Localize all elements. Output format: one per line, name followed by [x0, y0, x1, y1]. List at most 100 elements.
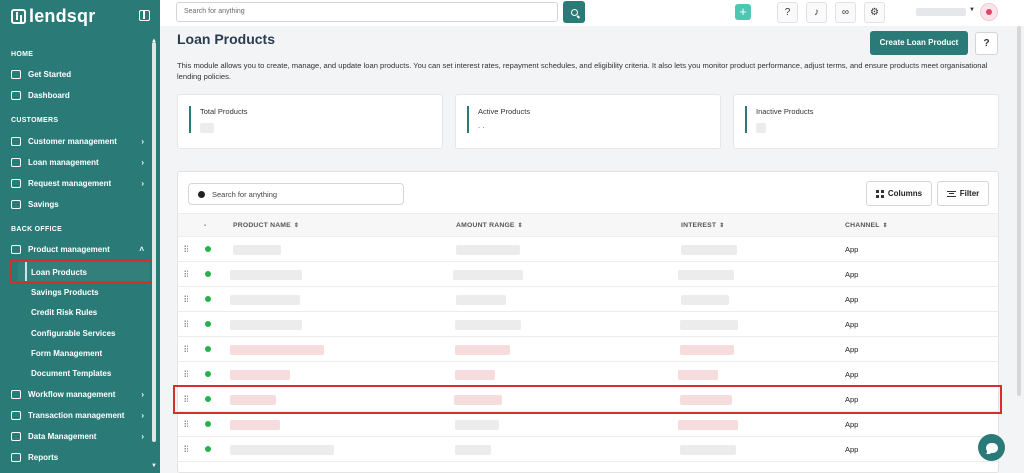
sort-icon: ⇕: [882, 223, 888, 229]
logo-text: lendsqr: [29, 6, 96, 26]
chevron-up-icon: ˄: [139, 244, 144, 254]
sidebar-item-request-management[interactable]: Request management ›: [11, 176, 144, 190]
stat-accent-bar: [467, 106, 469, 133]
product-name-blurred: [230, 270, 302, 280]
table-row[interactable]: App: [178, 437, 998, 462]
page-help-button[interactable]: ?: [975, 32, 998, 55]
table-row[interactable]: App: [178, 412, 998, 437]
drag-handle-icon[interactable]: [184, 295, 188, 302]
chevron-right-icon: ›: [141, 431, 144, 441]
table-search-input[interactable]: Search for anything: [188, 183, 404, 205]
transaction-icon: [11, 410, 21, 420]
sidebar-scrollbar[interactable]: [152, 42, 156, 442]
section-title-back-office: BACK OFFICE: [11, 226, 63, 233]
sidebar-item-customer-management[interactable]: Customer management ›: [11, 134, 144, 148]
sidebar-collapse-icon[interactable]: [139, 10, 150, 21]
create-loan-product-button[interactable]: Create Loan Product: [870, 31, 968, 55]
user-name[interactable]: [916, 8, 966, 16]
interest-blurred: [678, 270, 734, 280]
sidebar-item-data-management[interactable]: Data Management ›: [11, 429, 144, 443]
product-name-blurred: [230, 320, 302, 330]
column-header-status: -: [204, 222, 207, 229]
amount-range-blurred: [456, 295, 506, 305]
sidebar-item-product-management[interactable]: Product management ˄: [11, 242, 144, 256]
drag-handle-icon[interactable]: [184, 345, 188, 352]
main-scrollbar[interactable]: [1017, 26, 1021, 396]
page-title: Loan Products: [177, 31, 276, 47]
sidebar-item-label: Data Management: [28, 431, 97, 441]
interest-blurred: [678, 370, 718, 380]
stat-card-total-products: Total Products: [177, 94, 443, 149]
sidebar-item-savings[interactable]: Savings: [11, 197, 144, 211]
loan-products-table-card: Search for anything Columns Filter - PRO…: [177, 171, 999, 473]
drag-handle-icon[interactable]: [184, 245, 188, 252]
global-search-input[interactable]: Search for anything: [176, 2, 558, 22]
column-header-amount-range[interactable]: AMOUNT RANGE ⇕: [456, 222, 523, 229]
request-icon: [11, 178, 21, 188]
column-header-label: AMOUNT RANGE: [456, 222, 515, 229]
search-icon: [198, 191, 205, 198]
drag-handle-icon[interactable]: [184, 445, 188, 452]
table-row[interactable]: App: [178, 337, 998, 362]
column-header-label: PRODUCT NAME: [233, 222, 291, 229]
status-active-dot: [205, 446, 211, 452]
page-description: This module allows you to create, manage…: [177, 61, 988, 81]
drag-handle-icon[interactable]: [184, 270, 188, 277]
amount-range-blurred: [455, 445, 491, 455]
dashboard-icon: [11, 90, 21, 100]
sidebar-item-get-started[interactable]: Get Started: [11, 67, 144, 81]
sidebar-item-loan-management[interactable]: Loan management ›: [11, 155, 144, 169]
scroll-down-icon[interactable]: ▼: [151, 463, 157, 469]
gear-icon[interactable]: ⚙: [864, 2, 885, 23]
column-header-channel[interactable]: CHANNEL ⇕: [845, 222, 888, 229]
logo[interactable]: lendsqr: [11, 6, 95, 27]
table-row[interactable]: App: [178, 237, 998, 262]
chat-support-button[interactable]: [978, 434, 1005, 461]
rocket-icon: [11, 69, 21, 79]
stat-accent-bar: [745, 106, 747, 133]
status-active-dot: [205, 296, 211, 302]
stat-label: Inactive Products: [756, 107, 814, 116]
global-search-button[interactable]: [563, 1, 585, 23]
channel-cell: App: [845, 345, 859, 354]
sidebar-item-label: Dashboard: [28, 90, 70, 100]
table-row[interactable]: App: [178, 287, 998, 312]
table-row[interactable]: App: [178, 312, 998, 337]
product-name-blurred: [233, 245, 281, 255]
sidebar-subitem-savings-products[interactable]: Savings Products: [31, 288, 99, 297]
sidebar-item-reports[interactable]: Reports: [11, 450, 144, 464]
drag-handle-icon[interactable]: [184, 420, 188, 427]
sidebar-subitem-configurable-services[interactable]: Configurable Services: [31, 329, 115, 338]
interest-blurred: [680, 345, 734, 355]
column-header-interest[interactable]: INTEREST ⇕: [681, 222, 724, 229]
stat-label: Active Products: [478, 107, 531, 116]
product-name-blurred: [230, 420, 280, 430]
table-row[interactable]: App: [178, 262, 998, 287]
sidebar-subitem-document-templates[interactable]: Document Templates: [31, 369, 111, 378]
sidebar-item-dashboard[interactable]: Dashboard: [11, 88, 144, 102]
filter-button[interactable]: Filter: [937, 181, 989, 206]
sidebar-item-workflow-management[interactable]: Workflow management ›: [11, 387, 144, 401]
sidebar-item-transaction-management[interactable]: Transaction management ›: [11, 408, 144, 422]
chevron-down-icon[interactable]: ▼: [969, 7, 975, 13]
product-name-blurred: [230, 295, 300, 305]
column-header-product-name[interactable]: PRODUCT NAME ⇕: [233, 222, 299, 229]
quick-add-button[interactable]: +: [735, 4, 751, 20]
sidebar-item-label: Transaction management: [28, 410, 125, 420]
columns-button[interactable]: Columns: [866, 181, 932, 206]
drag-handle-icon[interactable]: [184, 370, 188, 377]
workflow-icon: [11, 389, 21, 399]
link-icon[interactable]: ∞: [835, 2, 856, 23]
sidebar-subitem-credit-risk-rules[interactable]: Credit Risk Rules: [31, 308, 97, 317]
help-icon[interactable]: ?: [777, 2, 798, 23]
sidebar-subitem-form-management[interactable]: Form Management: [31, 349, 102, 358]
sort-icon: ⇕: [719, 223, 725, 229]
section-title-customers: CUSTOMERS: [11, 117, 59, 124]
avatar[interactable]: [980, 3, 998, 21]
table-row[interactable]: App: [178, 362, 998, 387]
drag-handle-icon[interactable]: [184, 320, 188, 327]
sidebar-item-label: Reports: [28, 452, 59, 462]
bell-icon[interactable]: ♪: [806, 2, 827, 23]
app-root: lendsqr HOME Get Started Dashboard CUSTO…: [0, 0, 1024, 473]
channel-cell: App: [845, 420, 859, 429]
